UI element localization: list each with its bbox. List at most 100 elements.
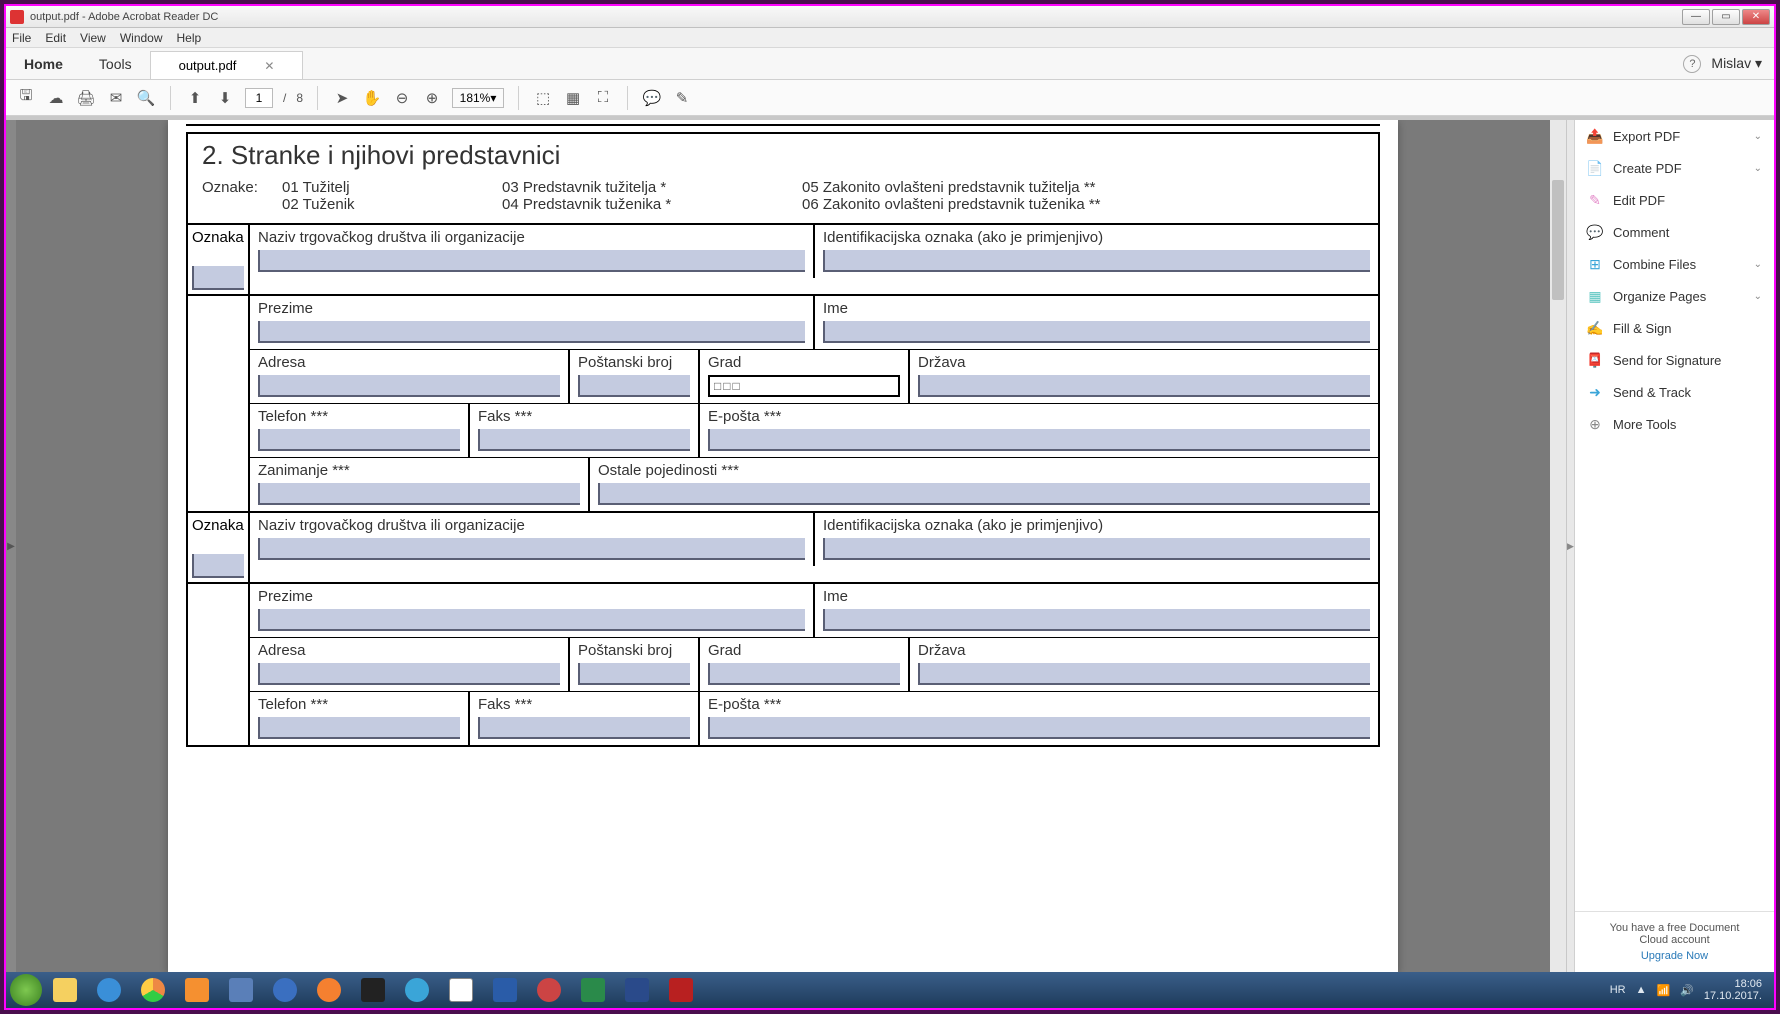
close-button[interactable]: ✕	[1742, 9, 1770, 25]
fit-page-icon[interactable]: ▦	[563, 88, 583, 108]
input-faks-1[interactable]	[478, 429, 690, 451]
legend-05: 05 Zakonito ovlašteni predstavnik tužite…	[802, 179, 1364, 196]
scrollbar-thumb[interactable]	[1552, 180, 1564, 300]
input-postbroj-2[interactable]	[578, 663, 690, 685]
email-icon[interactable]: ✉	[106, 88, 126, 108]
tab-close-icon[interactable]: ✕	[264, 59, 274, 73]
input-eposta-2[interactable]	[708, 717, 1370, 739]
tool-create-pdf[interactable]: 📄Create PDF⌄	[1575, 152, 1774, 184]
print-icon[interactable]: 🖨	[76, 88, 96, 108]
start-button[interactable]	[10, 974, 42, 1006]
tool-combine[interactable]: ⊞Combine Files⌄	[1575, 248, 1774, 280]
tray-lang[interactable]: HR	[1610, 984, 1626, 996]
system-tray[interactable]: HR ▲ 📶 🔊 18:06 17.10.2017.	[1610, 978, 1770, 1002]
taskbar-vnc[interactable]	[440, 975, 482, 1005]
document-scroll[interactable]: 2. Stranke i njihovi predstavnici Oznake…	[16, 120, 1550, 972]
taskbar-cmd[interactable]	[352, 975, 394, 1005]
taskbar-outlook[interactable]	[176, 975, 218, 1005]
taskbar-excel[interactable]	[572, 975, 614, 1005]
input-grad-1-active[interactable]: □□□	[708, 375, 900, 397]
tool-send-signature[interactable]: 📮Send for Signature	[1575, 344, 1774, 376]
oznaka-field-1[interactable]	[192, 266, 244, 290]
left-gutter[interactable]: ▶	[6, 120, 16, 972]
input-ime-1[interactable]	[823, 321, 1370, 343]
input-adresa-1[interactable]	[258, 375, 560, 397]
input-ident-2[interactable]	[823, 538, 1370, 560]
input-drzava-1[interactable]	[918, 375, 1370, 397]
input-adresa-2[interactable]	[258, 663, 560, 685]
tool-export-pdf[interactable]: 📤Export PDF⌄	[1575, 120, 1774, 152]
input-telefon-2[interactable]	[258, 717, 460, 739]
vertical-scrollbar[interactable]	[1550, 120, 1566, 972]
menu-edit[interactable]: Edit	[45, 31, 66, 45]
fit-width-icon[interactable]: ⬚	[533, 88, 553, 108]
cloud-icon[interactable]: ☁	[46, 88, 66, 108]
page-number-input[interactable]	[245, 88, 273, 108]
zoom-level[interactable]: 181% ▾	[452, 88, 504, 108]
tray-network-icon[interactable]: 📶	[1656, 984, 1670, 997]
taskbar-ie[interactable]	[88, 975, 130, 1005]
user-label: Mislav	[1711, 55, 1751, 71]
taskbar-powershell[interactable]	[616, 975, 658, 1005]
label-grad-2: Grad	[708, 642, 900, 659]
zoom-in-icon[interactable]: ⊕	[422, 88, 442, 108]
user-menu[interactable]: Mislav ▾	[1711, 55, 1762, 72]
tab-home[interactable]: Home	[6, 48, 81, 79]
oznaka-field-2[interactable]	[192, 554, 244, 578]
tool-more[interactable]: ⊕More Tools	[1575, 408, 1774, 440]
tray-volume-icon[interactable]: 🔊	[1680, 984, 1694, 997]
tool-label: Fill & Sign	[1613, 321, 1672, 336]
tool-fill-sign[interactable]: ✍Fill & Sign	[1575, 312, 1774, 344]
maximize-button[interactable]: ▭	[1712, 9, 1740, 25]
input-telefon-1[interactable]	[258, 429, 460, 451]
input-naziv-1[interactable]	[258, 250, 805, 272]
input-ime-2[interactable]	[823, 609, 1370, 631]
input-eposta-1[interactable]	[708, 429, 1370, 451]
tool-send-track[interactable]: ➜Send & Track	[1575, 376, 1774, 408]
taskbar-chrome[interactable]	[132, 975, 174, 1005]
tool-organize[interactable]: ▦Organize Pages⌄	[1575, 280, 1774, 312]
tool-label: Edit PDF	[1613, 193, 1665, 208]
input-drzava-2[interactable]	[918, 663, 1370, 685]
panel-collapse-handle[interactable]: ▶	[1566, 120, 1574, 972]
minimize-button[interactable]: —	[1682, 9, 1710, 25]
select-icon[interactable]: ➤	[332, 88, 352, 108]
input-naziv-2[interactable]	[258, 538, 805, 560]
taskbar-word[interactable]	[484, 975, 526, 1005]
input-postbroj-1[interactable]	[578, 375, 690, 397]
page-down-icon[interactable]: ⬇	[215, 88, 235, 108]
save-icon[interactable]: 🖫	[16, 88, 36, 108]
upgrade-link[interactable]: Upgrade Now	[1585, 950, 1764, 962]
input-zanimanje-1[interactable]	[258, 483, 580, 505]
input-ostale-1[interactable]	[598, 483, 1370, 505]
menu-view[interactable]: View	[80, 31, 106, 45]
taskbar-firefox[interactable]	[308, 975, 350, 1005]
input-faks-2[interactable]	[478, 717, 690, 739]
search-icon[interactable]: 🔍	[136, 88, 156, 108]
taskbar-acrobat[interactable]	[660, 975, 702, 1005]
hand-icon[interactable]: ✋	[362, 88, 382, 108]
tray-clock[interactable]: 18:06 17.10.2017.	[1704, 978, 1762, 1002]
menu-help[interactable]: Help	[177, 31, 202, 45]
menu-file[interactable]: File	[12, 31, 31, 45]
tab-tools[interactable]: Tools	[81, 48, 150, 79]
input-ident-1[interactable]	[823, 250, 1370, 272]
taskbar-explorer[interactable]	[44, 975, 86, 1005]
input-grad-2[interactable]	[708, 663, 900, 685]
tool-edit-pdf[interactable]: ✎Edit PDF	[1575, 184, 1774, 216]
taskbar-app-red[interactable]	[528, 975, 570, 1005]
tool-comment[interactable]: 💬Comment	[1575, 216, 1774, 248]
fullscreen-icon[interactable]: ⛶	[593, 88, 613, 108]
help-icon[interactable]: ?	[1683, 55, 1701, 73]
input-prezime-2[interactable]	[258, 609, 805, 631]
tab-document[interactable]: output.pdf ✕	[150, 51, 304, 79]
taskbar-app-blue[interactable]	[396, 975, 438, 1005]
comment-icon[interactable]: 💬	[642, 88, 662, 108]
page-up-icon[interactable]: ⬆	[185, 88, 205, 108]
menu-window[interactable]: Window	[120, 31, 163, 45]
taskbar-app-grid[interactable]	[220, 975, 262, 1005]
input-prezime-1[interactable]	[258, 321, 805, 343]
sign-icon[interactable]: ✎	[672, 88, 692, 108]
zoom-out-icon[interactable]: ⊖	[392, 88, 412, 108]
taskbar-app-r[interactable]	[264, 975, 306, 1005]
